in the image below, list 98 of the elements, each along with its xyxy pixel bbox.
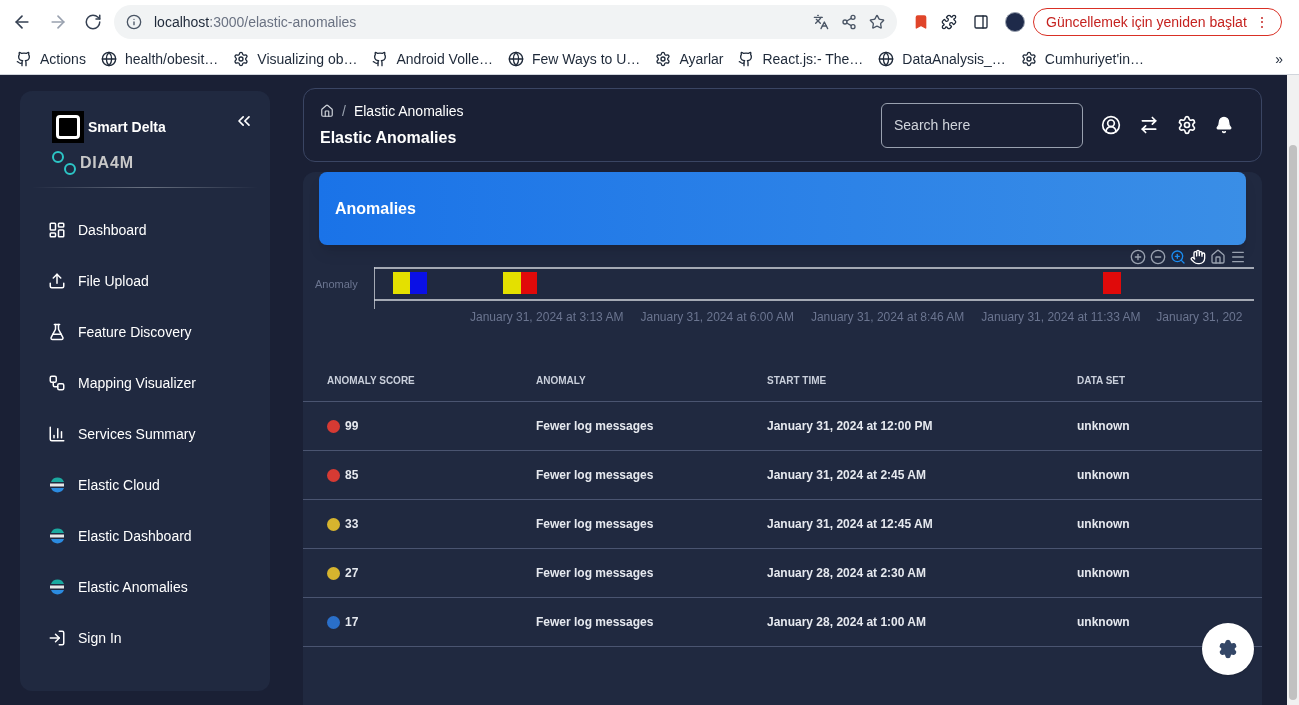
sidebar-item[interactable]: Sign In [32, 616, 258, 660]
info-icon [126, 14, 142, 30]
sidebar-item[interactable]: Mapping Visualizer [32, 361, 258, 405]
gear-icon [233, 51, 250, 67]
bookmark-item[interactable]: Android Volle… [372, 48, 493, 70]
table-cell-text: January 28, 2024 at 2:30 AM [767, 565, 927, 582]
table-cell-text: unknown [1077, 418, 1131, 435]
tree-icon [48, 374, 66, 392]
lane-label: Anomaly [314, 277, 359, 292]
table-cell-text: unknown [1077, 467, 1131, 484]
github-icon [738, 51, 755, 67]
axis-label: January 31, 2024 at 6:00 AM [640, 309, 794, 326]
settings-icon[interactable] [1177, 115, 1197, 135]
bookmark-item[interactable]: health/obesit… [100, 48, 219, 70]
side-panel-icon[interactable] [973, 14, 989, 30]
sidebar-item[interactable]: Feature Discovery [32, 310, 258, 354]
table-cell-text: unknown [1077, 614, 1131, 631]
dashboard-icon [48, 221, 66, 239]
url-text: localhost:3000/elastic-anomalies [154, 12, 358, 32]
globe-icon [508, 51, 524, 67]
breadcrumb-item[interactable]: Elastic Anomalies [353, 100, 464, 122]
brand-name: Smart Delta [88, 117, 166, 137]
upload-icon [48, 272, 66, 290]
address-bar[interactable]: localhost:3000/elastic-anomalies [114, 5, 897, 39]
elastic-logo-icon [48, 527, 66, 545]
table-cell-text: 99 [345, 418, 359, 435]
product-name: DIA4M [80, 153, 134, 173]
more-bookmarks[interactable]: » [1275, 48, 1283, 70]
globe-icon [878, 51, 895, 67]
breadcrumb-separator: / [342, 101, 346, 121]
chart-menu-button[interactable] [1230, 249, 1246, 265]
table-cell-text: Fewer log messages [536, 516, 655, 533]
column-header: ANOMALY SCORE [327, 374, 416, 388]
sidebar-item[interactable]: File Upload [32, 259, 258, 303]
extensions-icon[interactable] [941, 14, 957, 30]
reset-zoom-button[interactable] [1210, 249, 1226, 265]
axis-label: January 31, 2024 at 3:13 AM [470, 309, 624, 326]
notifications-icon[interactable] [1215, 116, 1233, 134]
bookmark-item[interactable]: Actions [16, 48, 86, 70]
axis-label: January 31, 2024 at 11:33 AM [981, 309, 1140, 326]
elastic-logo-icon [48, 476, 66, 494]
home-icon[interactable] [320, 104, 334, 118]
sign-in-icon [48, 629, 66, 647]
table-cell-text: January 31, 2024 at 2:45 AM [767, 467, 927, 484]
github-icon [372, 51, 389, 67]
settings-icon [1218, 639, 1238, 659]
share-icon[interactable] [841, 14, 857, 30]
globe-icon [100, 51, 117, 67]
profile-avatar[interactable] [1005, 12, 1025, 32]
sidebar-item[interactable]: Elastic Cloud [32, 463, 258, 507]
translate-icon[interactable] [813, 14, 829, 30]
table-cell-text: January 31, 2024 at 12:00 PM [767, 418, 934, 435]
bookmark-star-icon[interactable] [869, 14, 885, 30]
table-cell-text: 17 [345, 614, 359, 631]
bar-chart-icon [48, 425, 66, 443]
table-cell-text: January 31, 2024 at 12:45 AM [767, 516, 934, 533]
column-header: DATA SET [1077, 374, 1127, 388]
table-cell-text: January 28, 2024 at 1:00 AM [767, 614, 927, 631]
bookmark-item[interactable]: React.js:- The… [738, 48, 864, 70]
extension-icon[interactable] [913, 14, 929, 30]
banner-title: Anomalies [335, 198, 416, 219]
gear-icon [1020, 51, 1037, 67]
table-cell-text: 85 [345, 467, 359, 484]
gear-icon [655, 51, 672, 67]
sidebar-item[interactable]: Services Summary [32, 412, 258, 456]
table-cell-text: 27 [345, 565, 359, 582]
flask-icon [48, 323, 66, 341]
sidebar-item[interactable]: Elastic Anomalies [32, 565, 258, 609]
swap-arrows-icon[interactable] [1139, 115, 1159, 135]
zoom-in-button[interactable] [1130, 249, 1146, 265]
table-cell-text: unknown [1077, 565, 1131, 582]
sidebar-item[interactable]: Elastic Dashboard [32, 514, 258, 558]
bookmark-item[interactable]: Few Ways to U… [508, 48, 641, 70]
column-header: START TIME [767, 374, 828, 388]
bookmark-item[interactable]: DataAnalysis_… [878, 48, 1006, 70]
table-cell-text: Fewer log messages [536, 565, 655, 582]
table-cell-text: unknown [1077, 516, 1131, 533]
column-header: ANOMALY [536, 374, 587, 388]
search-field[interactable]: Search here [881, 102, 1083, 148]
table-cell-text: Fewer log messages [536, 418, 655, 435]
brand-logo-icon [52, 111, 84, 143]
table-cell-text: Fewer log messages [536, 467, 655, 484]
bookmark-item[interactable]: Visualizing ob… [233, 48, 358, 70]
table-cell-text: Fewer log messages [536, 614, 655, 631]
table-cell-text: 33 [345, 516, 359, 533]
reload-button[interactable] [84, 13, 102, 31]
page-title: Elastic Anomalies [320, 127, 458, 148]
zoom-out-button[interactable] [1150, 249, 1166, 265]
axis-label: January 31, 202 [1156, 309, 1244, 326]
pan-button[interactable] [1190, 249, 1206, 265]
bookmark-item[interactable]: Ayarlar [655, 48, 724, 70]
account-icon[interactable] [1101, 115, 1121, 135]
axis-label: January 31, 2024 at 8:46 AM [810, 309, 965, 326]
bookmark-item[interactable]: Cumhuriyet'in… [1020, 48, 1144, 70]
elastic-logo-icon [48, 578, 66, 596]
selection-zoom-button[interactable] [1170, 249, 1186, 265]
sidebar-item[interactable]: Dashboard [32, 208, 258, 252]
github-icon [16, 51, 32, 67]
